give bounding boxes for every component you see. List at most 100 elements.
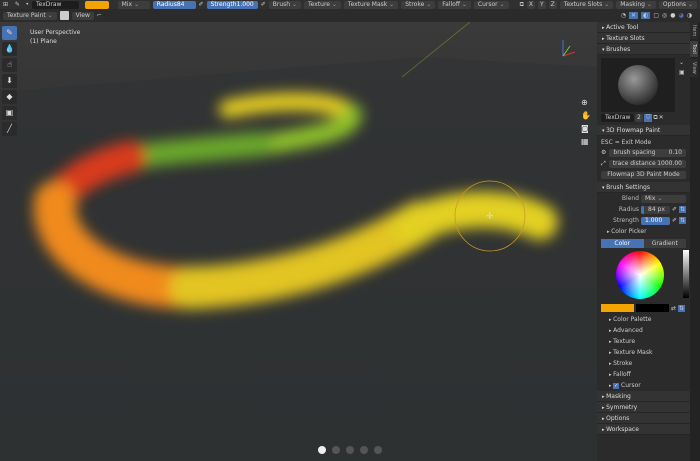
- options-icon[interactable]: ⌐: [97, 12, 102, 19]
- unified-icon[interactable]: ⇅: [678, 304, 686, 312]
- menu-falloff[interactable]: Falloff: [438, 0, 471, 9]
- menu-masking[interactable]: Masking: [616, 0, 656, 9]
- panel-brush-settings[interactable]: Brush Settings: [597, 182, 690, 193]
- shading-rendered-icon[interactable]: ◑: [687, 12, 692, 19]
- mirror-icon[interactable]: ⧉: [520, 1, 524, 9]
- editor-type-icon[interactable]: ⊞: [3, 1, 12, 8]
- tab-view[interactable]: View: [690, 59, 698, 77]
- shading-material-icon[interactable]: ◕: [679, 12, 684, 19]
- axis-y[interactable]: Y: [538, 0, 546, 9]
- tab-item[interactable]: Item: [690, 22, 698, 40]
- smear-icon[interactable]: ☝: [2, 58, 17, 72]
- blend-select[interactable]: Mix: [641, 194, 686, 203]
- panel-symmetry[interactable]: Symmetry: [597, 402, 690, 413]
- menu-cursor[interactable]: Cursor: [473, 0, 509, 9]
- annotate-icon[interactable]: ▣: [2, 106, 17, 120]
- strength-slider[interactable]: 1.000: [641, 216, 670, 225]
- panel-texture-slots[interactable]: Texture Slots: [597, 33, 690, 44]
- panel-workspace[interactable]: Workspace: [597, 424, 690, 435]
- subpanel-color-palette[interactable]: Color Palette: [597, 314, 690, 325]
- brush-menu-icon[interactable]: ⌄: [679, 59, 684, 66]
- pressure-icon[interactable]: ✐: [261, 1, 266, 8]
- panel-color-picker[interactable]: Color Picker: [597, 226, 690, 237]
- swap-icon[interactable]: ⇄: [671, 305, 676, 312]
- grid-icon[interactable]: ▦: [581, 137, 591, 146]
- cursor-checkbox[interactable]: ✓: [613, 383, 620, 389]
- current-color[interactable]: [601, 304, 634, 312]
- panel-options[interactable]: Options: [597, 413, 690, 424]
- blend-label: Blend: [621, 195, 639, 202]
- object-type-icon[interactable]: ◔: [621, 12, 626, 19]
- zoom-icon[interactable]: ⊕: [581, 98, 591, 107]
- subpanel-advanced[interactable]: Advanced: [597, 325, 690, 336]
- secondary-color[interactable]: [636, 304, 669, 312]
- panel-flowmap[interactable]: 3D Flowmap Paint: [597, 125, 690, 136]
- brush-image-icon[interactable]: ▣: [679, 69, 685, 76]
- blend-select[interactable]: Mix: [117, 0, 150, 9]
- 3d-viewport[interactable]: ✛ User Perspective (1) Plane ⊕ ✋ ◙ ▦: [0, 22, 597, 461]
- view-menu[interactable]: View: [71, 11, 94, 20]
- axis-x[interactable]: X: [526, 0, 535, 9]
- fill-icon[interactable]: 💧: [2, 42, 17, 56]
- pressure-icon[interactable]: ✐: [199, 1, 204, 8]
- brush-users[interactable]: 2: [635, 114, 643, 122]
- unified-icon[interactable]: ⇅: [678, 217, 686, 224]
- panel-active-tool[interactable]: Active Tool: [597, 22, 690, 33]
- subpanel-texture[interactable]: Texture: [597, 336, 690, 347]
- panel-brushes[interactable]: Brushes: [597, 44, 690, 55]
- dot-active[interactable]: [318, 446, 326, 454]
- brush-name[interactable]: TexDraw: [601, 114, 634, 122]
- tab-tool[interactable]: Tool: [690, 41, 698, 58]
- line-icon[interactable]: ╱: [2, 122, 17, 136]
- clone-icon[interactable]: ⬇: [2, 74, 17, 88]
- subpanel-stroke[interactable]: Stroke: [597, 358, 690, 369]
- color-wheel[interactable]: [616, 251, 664, 299]
- unlink-icon[interactable]: ✕: [659, 114, 664, 122]
- brush-preview[interactable]: [601, 58, 675, 112]
- paint-mask-icon[interactable]: [59, 11, 69, 20]
- menu-texture-slots[interactable]: Texture Slots: [559, 0, 614, 9]
- pan-hand-icon[interactable]: ✋: [581, 111, 591, 120]
- dot[interactable]: [346, 446, 354, 454]
- menu-stroke[interactable]: Stroke: [401, 0, 436, 9]
- shading-wireframe-icon[interactable]: ◎: [662, 12, 667, 19]
- fake-user-icon[interactable]: ⛉: [643, 114, 653, 122]
- unified-icon[interactable]: ⇅: [678, 206, 686, 213]
- shading-solid-icon[interactable]: ●: [670, 12, 675, 19]
- duplicate-icon[interactable]: ⧉: [653, 114, 657, 122]
- menu-options[interactable]: Options: [658, 0, 697, 9]
- color-swatch[interactable]: [85, 0, 109, 9]
- strength-slider[interactable]: Strength 1.000: [206, 0, 258, 9]
- brush-icon[interactable]: ✎: [2, 26, 17, 40]
- menu-brush[interactable]: Brush: [268, 0, 302, 9]
- trace-distance-field[interactable]: trace distance 1000.00: [608, 160, 686, 168]
- menu-texture-mask[interactable]: Texture Mask: [343, 0, 399, 9]
- gizmo-icon[interactable]: ✕: [629, 12, 639, 19]
- brush-spacing-field[interactable]: brush spacing 0.10: [609, 149, 686, 157]
- brush-name-field[interactable]: TexDraw: [32, 0, 80, 9]
- value-slider[interactable]: [683, 250, 689, 298]
- pressure-icon[interactable]: ✐: [672, 217, 677, 224]
- dot[interactable]: [360, 446, 368, 454]
- tab-color[interactable]: Color: [601, 239, 644, 248]
- radius-field[interactable]: 84 px: [641, 205, 670, 214]
- dot[interactable]: [374, 446, 382, 454]
- menu-texture[interactable]: Texture: [304, 0, 341, 9]
- camera-icon[interactable]: ◙: [581, 124, 591, 133]
- flowmap-mode-button[interactable]: Flowmap 3D Paint Mode: [601, 171, 686, 179]
- mode-select[interactable]: Texture Paint: [3, 11, 57, 20]
- subpanel-falloff[interactable]: Falloff: [597, 369, 690, 380]
- panel-masking[interactable]: Masking: [597, 391, 690, 402]
- subpanel-cursor[interactable]: ✓ Cursor: [597, 380, 690, 391]
- overlay-icon[interactable]: ◐: [641, 12, 651, 19]
- radius-slider[interactable]: Radius84 px: [152, 0, 196, 16]
- dot[interactable]: [332, 446, 340, 454]
- tab-gradient[interactable]: Gradient: [643, 239, 686, 248]
- navigation-gizmo[interactable]: [562, 40, 576, 57]
- xray-icon[interactable]: ▢: [653, 12, 659, 19]
- cursor-label: Cursor: [621, 382, 641, 389]
- axis-z[interactable]: Z: [548, 0, 557, 9]
- subpanel-texture-mask[interactable]: Texture Mask: [597, 347, 690, 358]
- pressure-icon[interactable]: ✐: [672, 206, 677, 213]
- mask-icon[interactable]: ◆: [2, 90, 17, 104]
